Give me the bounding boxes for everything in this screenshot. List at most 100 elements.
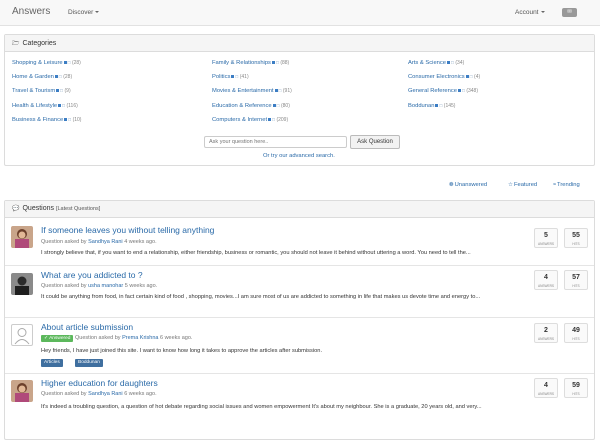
avatar[interactable] [11, 273, 33, 295]
filter-featured[interactable]: ☆Featured [508, 182, 537, 188]
feed-icon [272, 103, 276, 107]
answers-count: 5 ANSWERS [534, 228, 558, 248]
category-item[interactable]: Movies & Entertainment □ (91) [212, 88, 292, 102]
trending-icon: ≈ [553, 182, 557, 188]
question-title[interactable]: If someone leaves you without telling an… [41, 225, 214, 235]
ask-question-input[interactable] [204, 136, 347, 148]
category-item[interactable]: Shopping & Leisure □ (28) [12, 60, 81, 74]
folder-icon: □ [68, 116, 71, 122]
author-link[interactable]: Sandhya Rani [88, 391, 123, 397]
folder-icon: □ [278, 88, 282, 94]
feed-icon [271, 60, 275, 64]
categories-title: Categories [22, 40, 57, 47]
chevron-down-icon [540, 11, 545, 14]
folder-icon: □ [60, 88, 63, 94]
question-title[interactable]: About article submission [41, 322, 133, 332]
category-item[interactable]: Family & Relationships □ (88) [212, 60, 292, 74]
folder-open-icon: 🗁 [12, 41, 20, 47]
feed-icon [231, 75, 235, 79]
answers-count: 4 ANSWERS [534, 270, 558, 290]
question-meta: ✓ Answered Question asked by Prema Krish… [41, 335, 192, 342]
author-link[interactable]: Prema Krishna [122, 335, 158, 341]
category-column-3: Arts & Science □ (34) Consumer Electronic… [408, 60, 480, 117]
folder-icon: □ [461, 88, 465, 94]
answered-badge: ✓ Answered [41, 335, 74, 342]
folder-icon: □ [275, 60, 279, 65]
answers-count: 2 ANSWERS [534, 323, 558, 343]
question-row: Higher education for daughters Question … [5, 374, 594, 432]
feed-icon [274, 89, 278, 93]
question-excerpt: Hey friends, I have just joined this sit… [41, 348, 323, 354]
filter-trending[interactable]: ≈Trending [553, 182, 580, 188]
feed-icon [63, 60, 67, 64]
tag-articles[interactable]: Articles [41, 359, 63, 367]
user-photo-icon [11, 273, 33, 295]
feed-icon [64, 117, 68, 121]
feed-icon [58, 103, 62, 107]
folder-icon: □ [58, 74, 62, 80]
feed-icon [465, 75, 469, 79]
category-item[interactable]: General Reference □ (348) [408, 88, 480, 102]
questions-subtitle: [Latest Questions] [55, 206, 101, 212]
category-item[interactable]: Boddunan □ (145) [408, 103, 480, 117]
top-navbar: Answers Discover Account ✉ [0, 0, 600, 26]
category-column-1: Shopping & Leisure □ (28) Home & Garden □ … [12, 60, 81, 131]
hits-count: 49 HITS [564, 323, 588, 343]
chevron-down-icon [95, 11, 100, 14]
feed-icon [268, 117, 272, 121]
avatar[interactable] [11, 324, 33, 346]
category-item[interactable]: Travel & Tourism □ (9) [12, 88, 81, 102]
user-photo-icon [11, 380, 33, 402]
category-item[interactable]: Computers & Internet □ (209) [212, 117, 292, 131]
question-title[interactable]: What are you addicted to ? [41, 270, 143, 280]
categories-panel: 🗁 Categories Shopping & Leisure □ (28) Hom… [4, 34, 595, 166]
question-row: What are you addicted to ? Question aske… [5, 266, 594, 318]
folder-icon: □ [272, 116, 275, 122]
feed-icon [447, 60, 451, 64]
question-title[interactable]: Higher education for daughters [41, 378, 158, 388]
advanced-search-link[interactable]: Or try our advanced search. [263, 153, 335, 159]
question-row: If someone leaves you without telling an… [5, 219, 594, 266]
messages-button[interactable]: ✉ [562, 8, 577, 17]
question-excerpt: I strongly believe that, if you want to … [41, 250, 471, 256]
category-item[interactable]: Education & Reference □ (80) [212, 103, 292, 117]
questions-header: 💬 Questions [Latest Questions] [5, 201, 594, 218]
ask-question-button[interactable]: Ask Question [350, 135, 400, 149]
category-item[interactable]: Health & Lifestyle □ (116) [12, 103, 81, 117]
account-menu[interactable]: Account [515, 9, 545, 16]
feed-icon [457, 89, 461, 93]
question-row: About article submission ✓ Answered Ques… [5, 318, 594, 374]
category-item[interactable]: Arts & Science □ (34) [408, 60, 480, 74]
category-item[interactable]: Business & Finance □ (10) [12, 117, 81, 131]
question-meta: Question asked by Sandhya Rani 4 weeks a… [41, 239, 157, 245]
feed-icon [435, 103, 439, 107]
hits-count: 57 HITS [564, 270, 588, 290]
hits-count: 59 HITS [564, 378, 588, 398]
category-item[interactable]: Consumer Electronics □ (4) [408, 74, 480, 88]
avatar[interactable] [11, 226, 33, 248]
feed-icon [56, 89, 60, 93]
category-item[interactable]: Home & Garden □ (28) [12, 74, 81, 88]
questions-panel: 💬 Questions [Latest Questions] If someone… [4, 200, 595, 440]
filter-unanswered[interactable]: ❁Unanswered [449, 182, 487, 188]
author-link[interactable]: Sandhya Rani [88, 239, 123, 245]
avatar[interactable] [11, 380, 33, 402]
discover-menu[interactable]: Discover [68, 9, 100, 16]
author-link[interactable]: usha manohar [88, 283, 123, 289]
star-icon: ☆ [508, 182, 513, 188]
feed-icon [54, 75, 58, 79]
user-photo-icon [11, 226, 33, 248]
tag-boddunan[interactable]: Boddunan [75, 359, 103, 367]
envelope-icon: ✉ [567, 9, 572, 15]
folder-icon: □ [67, 60, 71, 65]
leaf-icon: ❁ [449, 182, 454, 188]
brand-logo[interactable]: Answers [12, 6, 50, 17]
folder-icon: □ [276, 102, 280, 108]
question-meta: Question asked by Sandhya Rani 6 weeks a… [41, 391, 157, 397]
categories-header: 🗁 Categories [5, 35, 594, 52]
question-excerpt: It could be anything from food, in fact … [41, 294, 481, 300]
category-column-2: Family & Relationships □ (88) Politics □ (… [212, 60, 292, 131]
discover-label: Discover [68, 9, 94, 16]
category-item[interactable]: Politics □ (41) [212, 74, 292, 88]
default-user-icon [14, 328, 30, 345]
